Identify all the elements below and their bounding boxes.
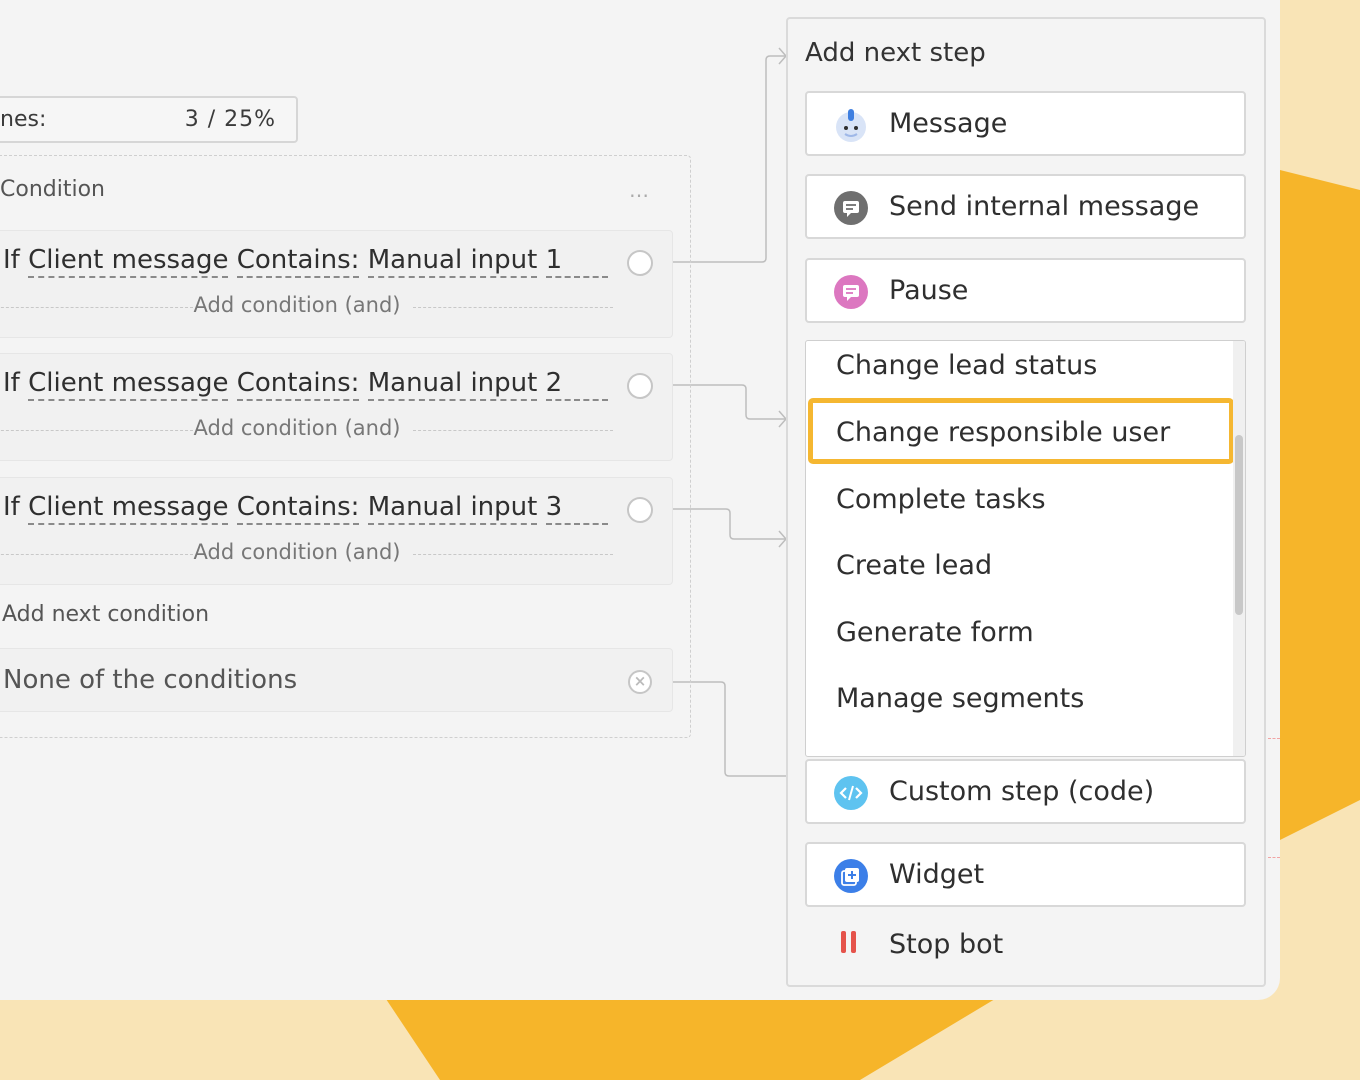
- none-of-conditions-row[interactable]: None of the conditions ×: [0, 648, 673, 712]
- condition-field[interactable]: Client message: [28, 492, 229, 525]
- edge-marker: [1268, 857, 1280, 858]
- condition-field[interactable]: Client message: [28, 368, 229, 401]
- custom-step-label: Custom step (code): [889, 776, 1155, 807]
- send-internal-message-label: Send internal message: [889, 191, 1200, 222]
- scrollbar-thumb[interactable]: [1235, 435, 1243, 615]
- dropdown-item-manage-segments[interactable]: Manage segments: [836, 683, 1084, 714]
- connector-port-icon[interactable]: [627, 373, 653, 399]
- add-condition-and-link[interactable]: Add condition (and): [0, 416, 613, 440]
- code-icon: [833, 775, 869, 811]
- condition-prefix: If: [3, 245, 20, 275]
- dropdown-item-change-responsible-user[interactable]: Change responsible user: [836, 417, 1170, 448]
- panel-title: Add next step: [805, 38, 986, 68]
- condition-value[interactable]: Manual input: [367, 492, 538, 525]
- message-step-label: Message: [889, 108, 1008, 139]
- condition-number[interactable]: 3: [545, 492, 608, 525]
- condition-row[interactable]: If Client message Contains: Manual input…: [0, 477, 673, 585]
- stop-icon: [839, 931, 859, 957]
- condition-prefix: If: [3, 492, 20, 522]
- pause-chat-icon: [833, 274, 869, 310]
- add-next-condition-link[interactable]: Add next condition: [2, 602, 209, 627]
- condition-number[interactable]: 2: [545, 368, 608, 401]
- condition-text: If Client message Contains: Manual input…: [3, 492, 608, 525]
- connector-port-icon[interactable]: [627, 497, 653, 523]
- send-internal-message-step-button[interactable]: Send internal message: [805, 174, 1246, 239]
- pause-step-button[interactable]: Pause: [805, 258, 1246, 323]
- dropdown-item-create-lead[interactable]: Create lead: [836, 550, 992, 581]
- counter-label: nes:: [0, 107, 47, 132]
- custom-step-button[interactable]: Custom step (code): [805, 759, 1246, 824]
- dropdown-item-generate-form[interactable]: Generate form: [836, 617, 1034, 648]
- more-options-icon[interactable]: …: [629, 178, 650, 202]
- none-of-conditions-label: None of the conditions: [3, 665, 298, 695]
- widget-icon: [833, 858, 869, 894]
- condition-number[interactable]: 1: [545, 245, 608, 278]
- condition-row[interactable]: If Client message Contains: Manual input…: [0, 353, 673, 461]
- condition-value[interactable]: Manual input: [367, 368, 538, 401]
- edge-marker: [1268, 738, 1280, 739]
- condition-operator[interactable]: Contains:: [236, 245, 360, 278]
- condition-text: If Client message Contains: Manual input…: [3, 245, 608, 278]
- dropdown-item-complete-tasks[interactable]: Complete tasks: [836, 484, 1046, 515]
- condition-row[interactable]: If Client message Contains: Manual input…: [0, 230, 673, 338]
- widget-step-button[interactable]: Widget: [805, 842, 1246, 907]
- action-dropdown-list[interactable]: Change lead status Change responsible us…: [805, 340, 1246, 757]
- bot-builder-canvas: nes: 3 / 25% Condition … If Client messa…: [0, 0, 1280, 1000]
- message-step-button[interactable]: Message: [805, 91, 1246, 156]
- connector-port-icon[interactable]: [627, 250, 653, 276]
- add-condition-and-link[interactable]: Add condition (and): [0, 293, 613, 317]
- add-condition-and-link[interactable]: Add condition (and): [0, 540, 613, 564]
- condition-text: If Client message Contains: Manual input…: [3, 368, 608, 401]
- condition-value[interactable]: Manual input: [367, 245, 538, 278]
- condition-operator[interactable]: Contains:: [236, 492, 360, 525]
- condition-prefix: If: [3, 368, 20, 398]
- counter-value: 3 / 25%: [184, 107, 276, 132]
- stop-bot-step-button[interactable]: Stop bot: [805, 915, 1246, 977]
- widget-step-label: Widget: [889, 859, 985, 890]
- condition-title: Condition: [0, 177, 105, 202]
- close-circle-icon[interactable]: ×: [628, 670, 652, 694]
- dropdown-item-change-lead-status[interactable]: Change lead status: [836, 350, 1097, 381]
- condition-field[interactable]: Client message: [28, 245, 229, 278]
- dropdown-scrollbar[interactable]: [1233, 341, 1245, 756]
- bot-avatar-icon: [833, 107, 869, 143]
- pause-step-label: Pause: [889, 275, 969, 306]
- stop-bot-label: Stop bot: [889, 929, 1004, 960]
- counter-box: nes: 3 / 25%: [0, 96, 298, 143]
- condition-operator[interactable]: Contains:: [236, 368, 360, 401]
- chat-bubble-icon: [833, 190, 869, 226]
